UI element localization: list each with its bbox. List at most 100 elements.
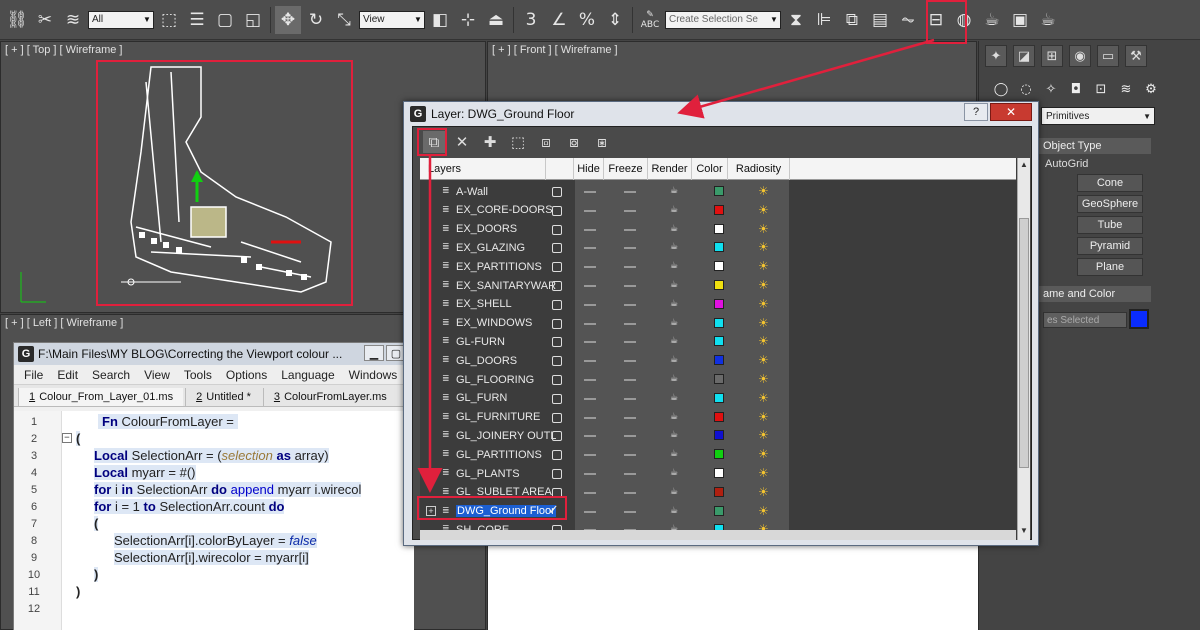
hide-toggle[interactable] — [584, 191, 596, 193]
tab-colour-from-layer-01[interactable]: 1 Colour_From_Layer_01.ms — [18, 388, 184, 406]
freeze-toggle[interactable] — [624, 322, 636, 325]
layer-row[interactable]: ≣ EX_CORE-DOORS ☕ ☀ — [420, 201, 1016, 220]
select-by-name-icon[interactable]: ☰ — [184, 6, 210, 34]
align-icon[interactable]: ⊫ — [811, 6, 837, 34]
radiosity-icon[interactable]: ☀ — [758, 334, 772, 348]
layer-name[interactable]: A-Wall — [456, 182, 488, 201]
render-teapot-icon[interactable]: ☕ — [670, 224, 680, 234]
edit-named-selection-icon[interactable]: ✎ ABC — [637, 6, 663, 34]
hide-toggle[interactable] — [584, 303, 596, 306]
freeze-toggle[interactable] — [624, 266, 636, 269]
tab-untitled[interactable]: 2 Untitled * — [185, 388, 261, 406]
freeze-toggle[interactable] — [624, 191, 636, 193]
menu-language[interactable]: Language — [281, 368, 334, 382]
viewport-label-left[interactable]: [ + ] [ Left ] [ Wireframe ] — [5, 317, 123, 329]
layer-name[interactable]: EX_DOORS — [456, 220, 517, 239]
spinner-snap-icon[interactable]: ⇕ — [602, 6, 628, 34]
modify-tab-icon[interactable]: ◪ — [1013, 45, 1035, 67]
set-current-toggle[interactable] — [552, 243, 562, 254]
layer-row[interactable]: ≣ EX_DOORS ☕ ☀ — [420, 220, 1016, 239]
hide-toggle[interactable] — [584, 473, 596, 475]
render-teapot-icon[interactable]: ☕ — [670, 374, 680, 384]
minimize-icon[interactable]: ▁ — [364, 345, 384, 361]
freeze-unfreeze-all-icon[interactable]: ⧆ — [591, 131, 613, 153]
geosphere-button[interactable]: GeoSphere — [1077, 195, 1143, 213]
rect-selection-icon[interactable]: ▢ — [212, 6, 238, 34]
named-selection-set-dropdown[interactable]: Create Selection Se ▼ — [665, 10, 781, 29]
tube-button[interactable]: Tube — [1077, 216, 1143, 234]
radiosity-icon[interactable]: ☀ — [758, 297, 772, 311]
hide-toggle[interactable] — [584, 266, 596, 269]
layer-row[interactable]: ≣ GL_FLOORING ☕ ☀ — [420, 370, 1016, 389]
freeze-toggle[interactable] — [624, 341, 636, 344]
layer-name[interactable]: GL_PLANTS — [456, 464, 520, 483]
render-setup-icon[interactable]: ☕ — [979, 6, 1005, 34]
render-teapot-icon[interactable]: ☕ — [670, 355, 680, 365]
set-current-toggle[interactable] — [552, 450, 562, 461]
layer-row[interactable]: ≣ GL-FURN ☕ ☀ — [420, 332, 1016, 351]
systems-icon[interactable]: ⚙ — [1141, 79, 1161, 99]
geometry-icon[interactable]: ◯ — [991, 79, 1011, 99]
lights-icon[interactable]: ✧ — [1041, 79, 1061, 99]
layer-color-swatch[interactable] — [714, 486, 724, 497]
fold-toggle-icon[interactable]: − — [62, 433, 72, 443]
set-current-toggle[interactable] — [552, 281, 562, 291]
horizontal-scrollbar[interactable] — [420, 530, 1016, 540]
render-teapot-icon[interactable]: ☕ — [670, 487, 680, 497]
layer-color-swatch[interactable] — [714, 242, 724, 253]
hide-toggle[interactable] — [584, 247, 596, 250]
freeze-toggle[interactable] — [624, 247, 636, 250]
render-teapot-icon[interactable]: ☕ — [670, 393, 680, 403]
radiosity-icon[interactable]: ☀ — [758, 466, 772, 480]
scroll-thumb[interactable] — [1019, 218, 1029, 468]
viewport-label-front[interactable]: [ + ] [ Front ] [ Wireframe ] — [492, 44, 618, 56]
hide-toggle[interactable] — [584, 397, 596, 400]
object-type-rollout-title[interactable]: Object Type — [1039, 138, 1151, 154]
layer-name[interactable]: EX_GLAZING — [456, 238, 525, 257]
render-teapot-icon[interactable]: ☕ — [670, 336, 680, 346]
layer-name[interactable]: GL_FLOORING — [456, 370, 534, 389]
select-manipulate-icon[interactable]: ⊹ — [455, 6, 481, 34]
radiosity-icon[interactable]: ☀ — [758, 184, 772, 198]
highlight-selected-layers-icon[interactable]: ⧈ — [535, 131, 557, 153]
set-current-toggle[interactable] — [552, 318, 562, 329]
layer-color-swatch[interactable] — [714, 411, 724, 422]
name-color-rollout-title[interactable]: ame and Color — [1039, 286, 1151, 302]
layer-manager-icon[interactable]: ⧉ — [839, 6, 865, 34]
radiosity-icon[interactable]: ☀ — [758, 504, 772, 518]
hide-toggle[interactable] — [584, 416, 596, 419]
render-teapot-icon[interactable]: ☕ — [670, 468, 680, 478]
hide-toggle[interactable] — [584, 379, 596, 381]
select-rotate-icon[interactable]: ↻ — [303, 6, 329, 34]
column-layers[interactable]: Layers — [420, 158, 546, 180]
menu-edit[interactable]: Edit — [57, 368, 78, 382]
radiosity-icon[interactable]: ☀ — [758, 278, 772, 292]
set-current-toggle[interactable] — [552, 224, 562, 235]
layer-row[interactable]: ≣ GL_JOINERY OUTLINE ☕ ☀ — [420, 426, 1016, 445]
keyboard-shortcut-icon[interactable]: ⏏ — [483, 6, 509, 34]
use-pivot-icon[interactable]: ◧ — [427, 6, 453, 34]
vertical-scrollbar[interactable]: ▲ ▼ — [1017, 158, 1030, 540]
layer-name[interactable]: EX_PARTITIONS — [456, 257, 542, 276]
add-selection-to-layer-icon[interactable]: ✚ — [479, 131, 501, 153]
set-current-toggle[interactable] — [552, 299, 562, 310]
layer-row[interactable]: ≣ EX_GLAZING ☕ ☀ — [420, 238, 1016, 257]
set-current-toggle[interactable] — [552, 187, 562, 197]
freeze-toggle[interactable] — [624, 416, 636, 419]
set-current-toggle[interactable] — [552, 356, 562, 367]
radiosity-icon[interactable]: ☀ — [758, 372, 772, 386]
radiosity-icon[interactable]: ☀ — [758, 240, 772, 254]
set-current-toggle[interactable] — [552, 469, 562, 479]
layer-name[interactable]: GL_PARTITIONS — [456, 445, 542, 464]
layer-color-swatch[interactable] — [714, 392, 724, 403]
close-button[interactable]: ✕ — [990, 103, 1032, 121]
layer-row[interactable]: ≣ GL_FURN ☕ ☀ — [420, 389, 1016, 408]
layer-color-swatch[interactable] — [714, 298, 724, 309]
plane-button[interactable]: Plane — [1077, 258, 1143, 276]
column-freeze[interactable]: Freeze — [604, 158, 648, 180]
layer-color-swatch[interactable] — [714, 261, 724, 272]
layer-color-swatch[interactable] — [714, 374, 724, 384]
bind-space-warp-icon[interactable]: ≋ — [60, 6, 86, 34]
freeze-toggle[interactable] — [624, 491, 636, 494]
select-objects-in-layer-icon[interactable]: ⬚ — [507, 131, 529, 153]
